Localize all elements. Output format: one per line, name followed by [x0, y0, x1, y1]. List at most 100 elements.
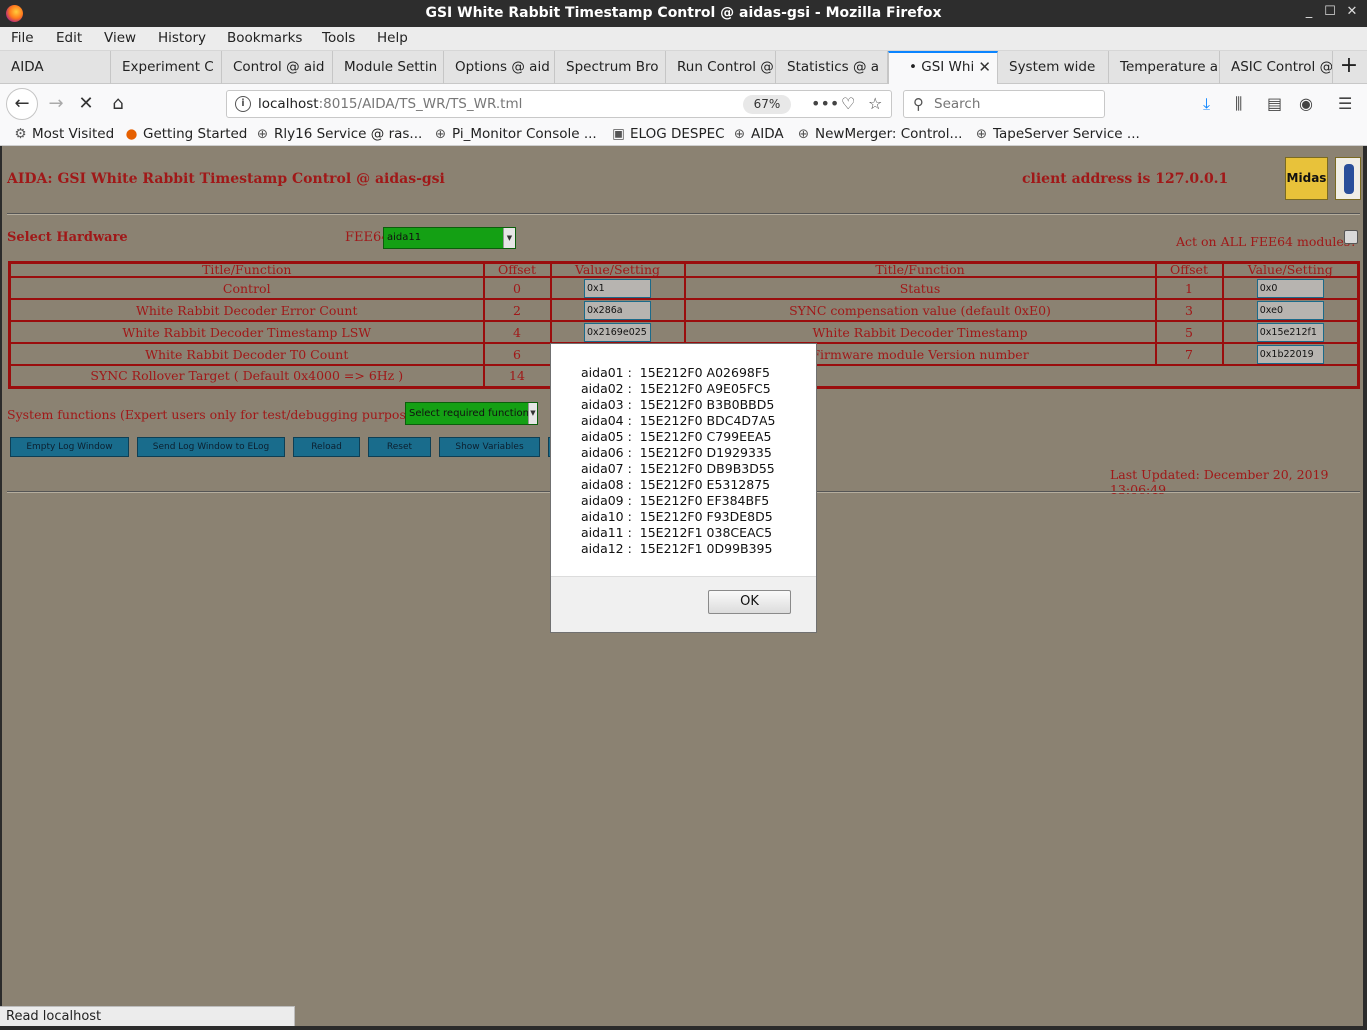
window-bottom-edge: [0, 1026, 1367, 1030]
tab-aida[interactable]: AIDA: [0, 51, 111, 84]
bookmark-elog-despec[interactable]: ▣ ELOG DESPEC: [611, 126, 724, 142]
timestamp-line: aida02 : 15E212F0 A9E05FC5: [581, 381, 771, 396]
menu-file[interactable]: File: [11, 30, 34, 46]
act-all-label: Act on ALL FEE64 modules?: [1176, 234, 1357, 249]
site-info-icon[interactable]: i: [235, 96, 251, 112]
tab-experiment-control[interactable]: Experiment C: [111, 51, 222, 84]
menu-help[interactable]: Help: [377, 30, 408, 46]
menu-history[interactable]: History: [158, 30, 206, 46]
tab-control[interactable]: Control @ aid: [222, 51, 333, 84]
register-value-cell: 0x1: [549, 276, 686, 300]
tab-label: Experiment C: [122, 59, 214, 75]
timestamp-line: aida10 : 15E212F0 F93DE8D5: [581, 509, 773, 524]
fee64-select[interactable]: aida11 ▼: [383, 227, 516, 249]
sidebar-icon[interactable]: ▤: [1267, 94, 1282, 113]
downloads-icon[interactable]: ⤓: [1203, 94, 1210, 114]
menu-edit[interactable]: Edit: [56, 30, 82, 46]
search-box[interactable]: ⚲: [903, 90, 1105, 118]
zoom-level-badge[interactable]: 67%: [743, 95, 791, 114]
account-icon[interactable]: ◉: [1299, 94, 1313, 113]
gear-icon: ⚙: [14, 126, 27, 142]
new-tab-icon[interactable]: +: [1333, 52, 1365, 83]
register-title: White Rabbit Decoder T0 Count: [8, 342, 485, 366]
tab-module-settings[interactable]: Module Settin: [333, 51, 444, 84]
register-offset: 1: [1154, 276, 1224, 300]
register-value-input[interactable]: 0x2169e025: [584, 322, 651, 342]
empty-log-window-button[interactable]: Empty Log Window: [10, 437, 129, 457]
menu-bookmarks[interactable]: Bookmarks: [227, 30, 302, 46]
system-function-select[interactable]: Select required function ▼: [405, 402, 538, 425]
tab-gsi-white-rabbit[interactable]: • GSI Whi ✕: [888, 51, 998, 84]
column-header: Title/Function: [8, 261, 485, 278]
register-offset: 3: [1154, 298, 1224, 322]
tab-label: Control @ aid: [233, 59, 325, 75]
library-icon[interactable]: ⫼: [1235, 94, 1242, 114]
tab-run-control[interactable]: Run Control @: [666, 51, 776, 84]
register-value-input[interactable]: 0x0: [1256, 278, 1324, 298]
bookmark-getting-started[interactable]: ● Getting Started: [124, 126, 248, 142]
search-input[interactable]: [934, 95, 1094, 113]
bookmark-newmerger[interactable]: ⊕ NewMerger: Control...: [796, 126, 963, 142]
send-log-to-elog-button[interactable]: Send Log Window to ELog: [137, 437, 285, 457]
bookmark-label: Rly16 Service @ ras...: [274, 126, 423, 142]
tab-options[interactable]: Options @ aid: [444, 51, 555, 84]
bookmark-rly16[interactable]: ⊕ Rly16 Service @ ras...: [255, 126, 422, 142]
tab-asic-control[interactable]: ASIC Control @: [1220, 51, 1333, 84]
tab-label: Run Control @: [677, 59, 774, 75]
back-arrow-icon[interactable]: ←: [6, 88, 38, 120]
tab-label: Spectrum Bro: [566, 59, 659, 75]
register-value-input[interactable]: 0xe0: [1256, 300, 1324, 320]
bookmark-most-visited[interactable]: ⚙ Most Visited: [13, 126, 114, 142]
stop-loading-icon[interactable]: ✕: [71, 89, 101, 119]
register-value-cell: 0x286a: [549, 298, 686, 322]
tab-spectrum-browser[interactable]: Spectrum Bro: [555, 51, 666, 84]
tab-temperature[interactable]: Temperature a: [1109, 51, 1220, 84]
close-window-button[interactable]: ✕: [1344, 4, 1360, 19]
tab-label: AIDA: [11, 59, 44, 75]
menu-tools[interactable]: Tools: [322, 30, 355, 46]
register-value-input[interactable]: 0x15e212f1: [1256, 322, 1324, 342]
reset-button[interactable]: Reset: [368, 437, 431, 457]
close-tab-icon[interactable]: ✕: [978, 58, 991, 76]
column-header: Value/Setting: [1221, 261, 1360, 278]
register-value-cell: 0x1b22019: [1221, 342, 1360, 366]
timestamp-line: aida08 : 15E212F0 E5312875: [581, 477, 771, 492]
bookmark-pi-monitor[interactable]: ⊕ Pi_Monitor Console ...: [433, 126, 597, 142]
register-title: SYNC compensation value (default 0xE0): [683, 298, 1157, 322]
maximize-button[interactable]: ☐: [1322, 4, 1338, 19]
register-offset: 5: [1154, 320, 1224, 344]
hamburger-menu-icon[interactable]: ☰: [1338, 94, 1352, 113]
act-all-checkbox[interactable]: [1344, 230, 1358, 244]
register-offset: 6: [482, 342, 552, 366]
forward-arrow-icon[interactable]: →: [41, 89, 71, 119]
show-variables-button[interactable]: Show Variables: [439, 437, 540, 457]
ok-button[interactable]: OK: [708, 590, 791, 614]
bookmark-star-icon[interactable]: ☆: [868, 94, 882, 113]
register-value-cell: 0x0: [1221, 276, 1360, 300]
minimize-button[interactable]: _: [1301, 4, 1317, 19]
tab-statistics[interactable]: Statistics @ a: [776, 51, 888, 84]
register-value-input[interactable]: 0x1: [584, 278, 651, 298]
menu-bar: File Edit View History Bookmarks Tools H…: [0, 27, 1367, 51]
register-offset: 14: [482, 364, 552, 388]
bookmark-aida[interactable]: ⊕ AIDA: [732, 126, 784, 142]
home-icon[interactable]: ⌂: [103, 89, 133, 119]
timestamp-line: aida12 : 15E212F1 0D99B395: [581, 541, 773, 556]
register-value-input[interactable]: 0x1b22019: [1256, 344, 1324, 364]
window-title: GSI White Rabbit Timestamp Control @ aid…: [425, 5, 942, 21]
pocket-icon[interactable]: ♡: [841, 94, 855, 113]
timestamp-line: aida04 : 15E212F0 BDC4D7A5: [581, 413, 776, 428]
status-bar: Read localhost: [0, 1006, 295, 1027]
bookmark-tapeserver[interactable]: ⊕ TapeServer Service ...: [974, 126, 1140, 142]
url-bar[interactable]: i localhost:8015/AIDA/TS_WR/TS_WR.tml 67…: [226, 90, 892, 118]
column-header: Offset: [482, 261, 552, 278]
reload-button[interactable]: Reload: [293, 437, 360, 457]
url-text[interactable]: localhost:8015/AIDA/TS_WR/TS_WR.tml: [258, 96, 522, 112]
tab-system-wide[interactable]: System wide: [998, 51, 1109, 84]
register-value-input[interactable]: 0x286a: [584, 300, 651, 320]
menu-view[interactable]: View: [104, 30, 136, 46]
page-actions-icon[interactable]: •••: [811, 94, 839, 113]
elog-icon: ▣: [612, 126, 625, 142]
tab-label: Temperature a: [1120, 59, 1219, 75]
bookmark-label: NewMerger: Control...: [815, 126, 963, 142]
